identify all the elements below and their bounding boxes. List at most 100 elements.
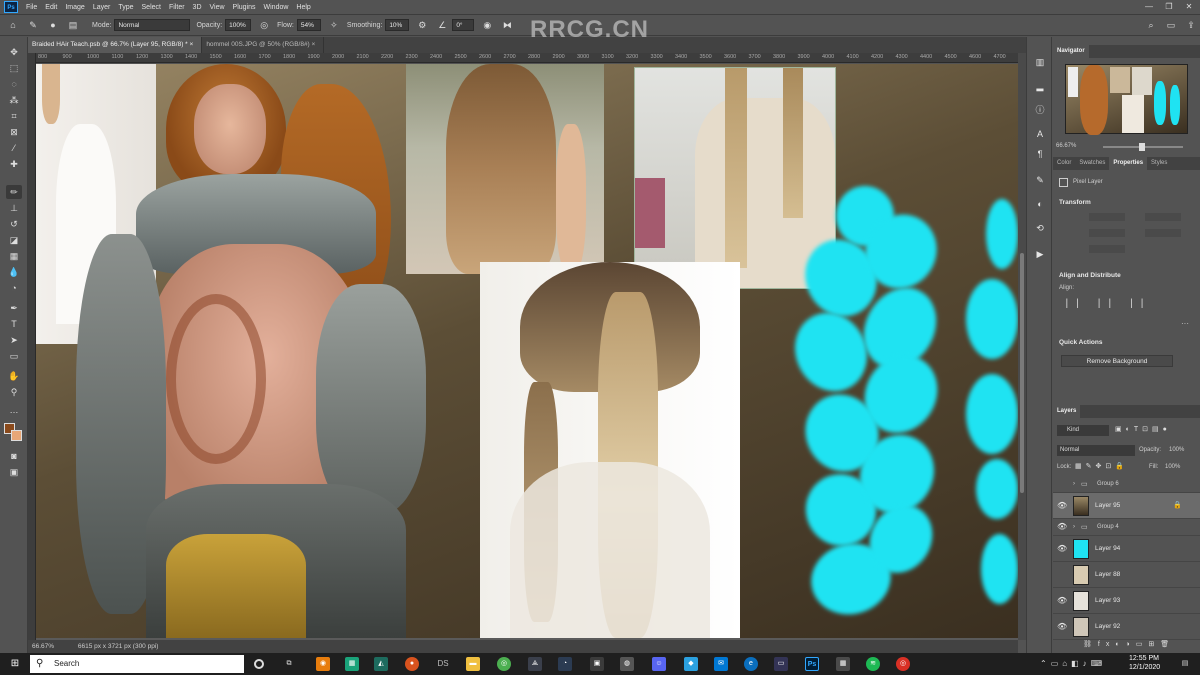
menu-view[interactable]: View <box>206 4 229 11</box>
photoshop-taskbar-icon[interactable]: Ps <box>805 657 819 671</box>
maximize-icon[interactable]: ❐ <box>1160 0 1178 14</box>
share-icon[interactable]: ⇪ <box>1184 18 1198 32</box>
layer-row-group-6[interactable]: › ▭ Group 6 <box>1053 476 1200 493</box>
tab-hommel[interactable]: hommel 00S.JPG @ 50% (RGB/8#) × <box>202 37 325 53</box>
tab-color[interactable]: Color <box>1053 157 1075 170</box>
layer-row-layer-94[interactable]: 👁 Layer 94 <box>1053 536 1200 562</box>
app-icon[interactable]: ▭ <box>774 657 788 671</box>
zoom-readout[interactable]: 66.67% <box>32 643 54 650</box>
menu-layer[interactable]: Layer <box>89 4 115 11</box>
app-icon[interactable]: ▣ <box>590 657 604 671</box>
pressure-size-icon[interactable]: ◉ <box>480 18 494 32</box>
discord-icon[interactable]: ☺ <box>652 657 666 671</box>
menu-window[interactable]: Window <box>260 4 293 11</box>
align-section-title[interactable]: Align and Distribute <box>1059 272 1121 279</box>
edge-icon[interactable]: e <box>744 657 758 671</box>
close-icon[interactable]: ✕ <box>1180 0 1198 14</box>
layer-row-layer-93[interactable]: 👁 Layer 93 <box>1053 588 1200 614</box>
tab-layers[interactable]: Layers <box>1053 405 1081 418</box>
fill-field[interactable]: 100% <box>1165 464 1180 470</box>
transform-angle-field[interactable] <box>1089 245 1125 253</box>
app-icon[interactable]: ▦ <box>345 657 359 671</box>
character-icon[interactable]: A <box>1032 127 1048 141</box>
brush-settings-icon[interactable]: ▤ <box>66 18 80 32</box>
transform-section-title[interactable]: Transform <box>1059 199 1091 206</box>
info-icon[interactable]: ⓘ <box>1032 103 1048 117</box>
tab-navigator[interactable]: Navigator <box>1053 45 1089 58</box>
eye-icon[interactable]: 👁 <box>1057 596 1067 606</box>
daz-studio-icon[interactable]: DS <box>436 657 450 671</box>
cortana-icon[interactable] <box>254 659 264 669</box>
gradient-tool-icon[interactable]: ▦ <box>6 249 22 263</box>
frame-tool-icon[interactable]: ⊠ <box>6 125 22 139</box>
quick-mask-icon[interactable]: ◙ <box>6 449 22 463</box>
taskbar-date[interactable]: 12/1/2020 <box>1129 664 1160 671</box>
symmetry-icon[interactable]: ⧓ <box>500 18 514 32</box>
eye-icon[interactable]: 👁 <box>1057 501 1067 511</box>
pen-tool-icon[interactable]: ✒ <box>6 301 22 315</box>
zoom-tool-icon[interactable]: ⚲ <box>6 385 22 399</box>
home-icon[interactable]: ⌂ <box>6 18 20 32</box>
tab-swatches[interactable]: Swatches <box>1075 157 1109 170</box>
airbrush-icon[interactable]: ✧ <box>327 18 341 32</box>
menu-3d[interactable]: 3D <box>189 4 206 11</box>
navigator-thumbnail[interactable] <box>1065 64 1188 135</box>
taskbar-search-input[interactable]: ⚲ Search <box>30 655 244 673</box>
brush-preset-icon[interactable]: ● <box>46 18 60 32</box>
calculator-icon[interactable]: ▦ <box>836 657 850 671</box>
system-tray-icons[interactable]: ⌃▭⌂◧♪⌨ <box>1040 659 1106 668</box>
spotify-icon[interactable]: ≋ <box>866 657 880 671</box>
search-icon[interactable]: ⌕ <box>1144 18 1158 32</box>
close-tab-icon[interactable]: × <box>312 41 316 48</box>
mode-select[interactable]: Normal <box>114 19 191 31</box>
layer-row-layer-88[interactable]: Layer 88 <box>1053 562 1200 588</box>
chrome-icon-2[interactable]: ◎ <box>896 657 910 671</box>
app-icon[interactable]: ● <box>405 657 419 671</box>
stamp-tool-icon[interactable]: ⊥ <box>6 201 22 215</box>
shape-tool-icon[interactable]: ▭ <box>6 349 22 363</box>
layer-row-group-4[interactable]: 👁 › ▭ Group 4 <box>1053 519 1200 536</box>
eye-icon[interactable]: 👁 <box>1057 522 1067 531</box>
move-tool-icon[interactable]: ✥ <box>6 45 22 59</box>
eyedropper-tool-icon[interactable]: ⁄ <box>6 141 22 155</box>
eraser-tool-icon[interactable]: ◪ <box>6 233 22 247</box>
transform-x-field[interactable] <box>1089 229 1125 237</box>
menu-type[interactable]: Type <box>114 4 137 11</box>
gear-icon[interactable]: ⚙ <box>415 18 429 32</box>
navigator-zoom-handle[interactable] <box>1139 143 1145 151</box>
app-icon[interactable]: ⟁ <box>528 657 542 671</box>
layer-filter-icons[interactable]: ▣◐T⊡▤● <box>1115 425 1195 436</box>
menu-file[interactable]: File <box>22 4 41 11</box>
align-buttons-row[interactable]: ▕▏▕▏▕▏ <box>1061 299 1191 311</box>
navigator-zoom[interactable]: 66.67% <box>1056 143 1076 149</box>
marquee-tool-icon[interactable]: ⬚ <box>6 61 22 75</box>
transform-y-field[interactable] <box>1145 229 1181 237</box>
layer-opacity-field[interactable]: 100% <box>1169 447 1184 453</box>
pressure-opacity-icon[interactable]: ◎ <box>257 18 271 32</box>
document-canvas[interactable] <box>36 64 1018 638</box>
file-explorer-icon[interactable]: ▬ <box>466 657 480 671</box>
menu-help[interactable]: Help <box>292 4 314 11</box>
app-icon[interactable]: ◍ <box>620 657 634 671</box>
eye-icon[interactable]: 👁 <box>1057 544 1067 554</box>
brush-tool-icon[interactable]: ✏ <box>6 185 22 199</box>
libraries-icon[interactable]: ▥ <box>1032 55 1048 69</box>
quick-select-tool-icon[interactable]: ⁂ <box>6 93 22 107</box>
lasso-tool-icon[interactable]: ◌ <box>6 77 22 91</box>
smoothing-field[interactable]: 10% <box>385 19 410 31</box>
paragraph-icon[interactable]: ¶ <box>1032 147 1048 161</box>
menu-image[interactable]: Image <box>61 4 88 11</box>
steam-icon[interactable]: ◔ <box>558 657 572 671</box>
more-tools-icon[interactable]: … <box>6 403 22 417</box>
hand-tool-icon[interactable]: ✋ <box>6 369 22 383</box>
crop-tool-icon[interactable]: ⌗ <box>6 109 22 123</box>
layer-filter-select[interactable]: Kind <box>1057 425 1109 436</box>
workspace-icon[interactable]: ▭ <box>1164 18 1178 32</box>
tab-styles[interactable]: Styles <box>1147 157 1171 170</box>
vertical-scrollbar[interactable] <box>1018 53 1026 640</box>
path-select-tool-icon[interactable]: ➤ <box>6 333 22 347</box>
app-icon[interactable]: ◭ <box>374 657 388 671</box>
tab-braided-hair-teach[interactable]: Braided HAir Teach.psb @ 66.7% (Layer 95… <box>28 37 203 53</box>
notifications-icon[interactable]: ▤ <box>1178 657 1192 671</box>
type-tool-icon[interactable]: T <box>6 317 22 331</box>
